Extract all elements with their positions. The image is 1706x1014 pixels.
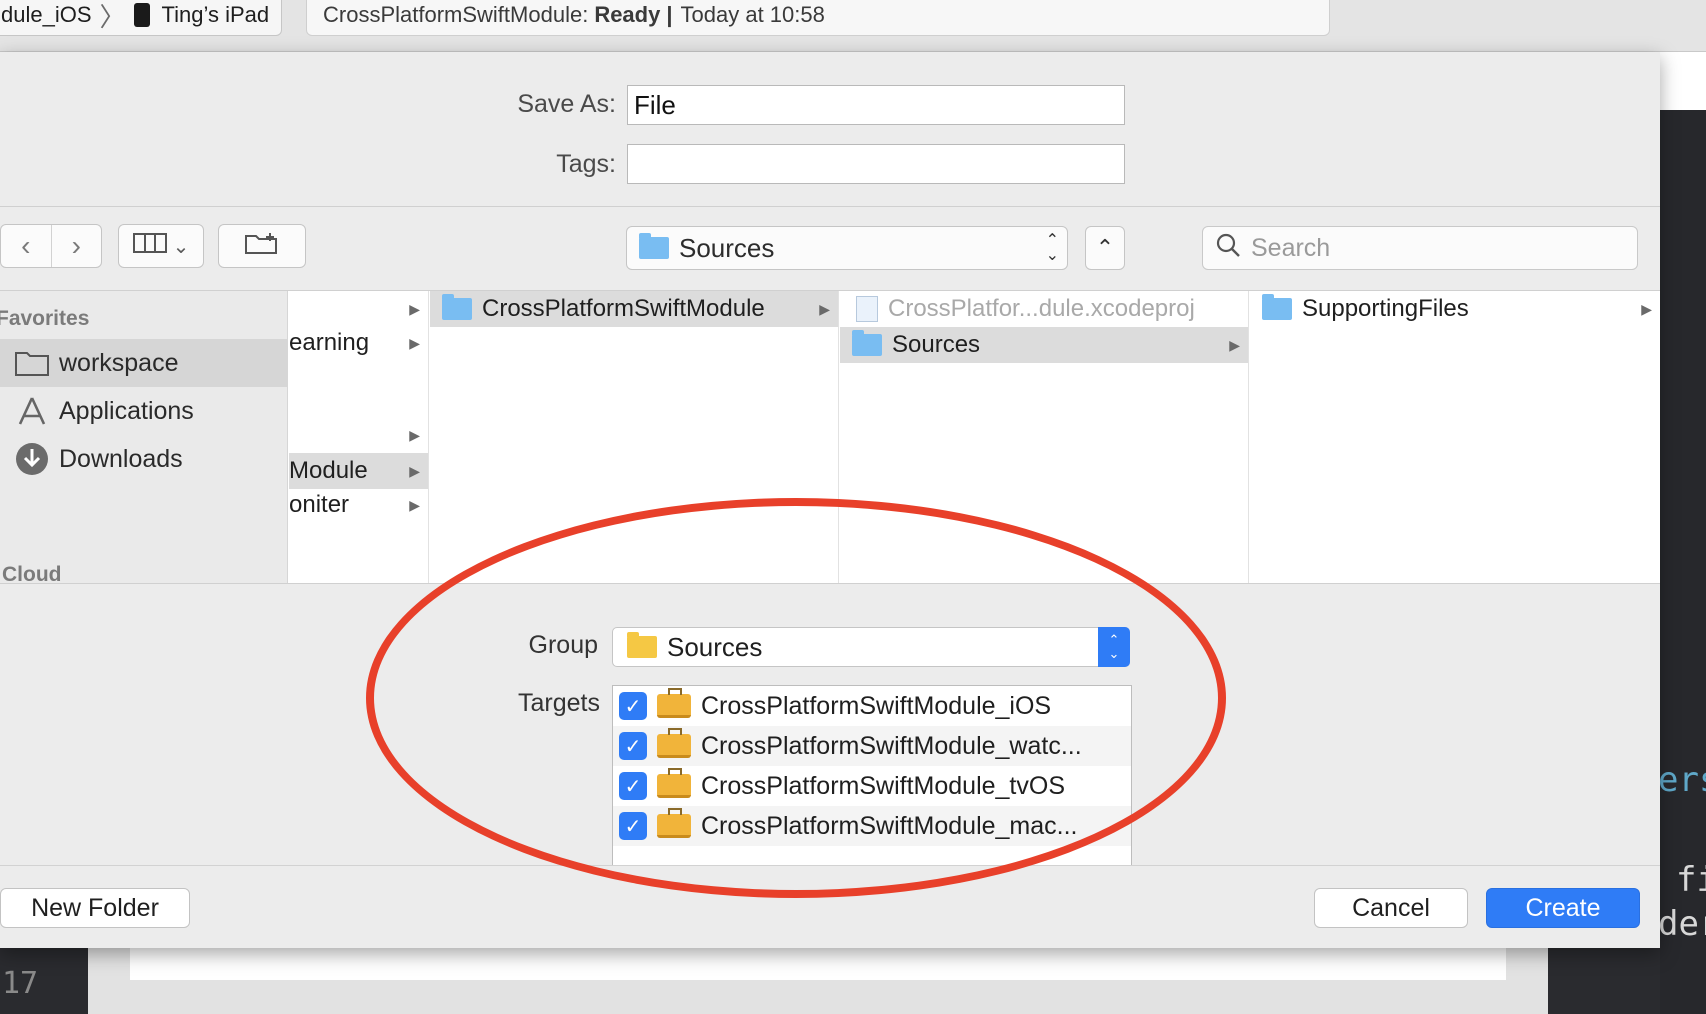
button-label: Create xyxy=(1525,893,1601,922)
sidebar-item-workspace[interactable]: workspace xyxy=(0,339,287,387)
new-folder-button[interactable]: New Folder xyxy=(0,888,190,928)
disclosure-arrow-icon: ▶ xyxy=(409,426,420,443)
disclosure-arrow-icon: ▶ xyxy=(1641,300,1652,317)
search-placeholder: Search xyxy=(1251,233,1331,262)
divider xyxy=(0,206,1660,207)
browser-column-1: ▶ earning ▶ ▶ Module ▶ oniter ▶ xyxy=(289,291,429,583)
chevron-left-icon: ‹ xyxy=(21,230,31,261)
button-label: New Folder xyxy=(31,893,159,922)
save-as-field[interactable]: File xyxy=(627,85,1125,125)
list-item[interactable]: ▶ xyxy=(289,291,428,327)
create-button[interactable]: Create xyxy=(1486,888,1640,928)
code-fragment: ers xyxy=(1658,760,1706,800)
xcodeproj-icon xyxy=(856,296,878,322)
list-item[interactable]: SupportingFiles ▶ xyxy=(1250,291,1660,327)
new-folder-icon xyxy=(244,231,280,261)
sidebar-heading-cloud: Cloud xyxy=(2,563,62,584)
list-item[interactable]: ▶ xyxy=(289,417,428,453)
list-item-label: Module xyxy=(289,457,368,484)
disclosure-arrow-icon: ▶ xyxy=(1229,336,1240,353)
list-item[interactable]: Module ▶ xyxy=(289,453,428,489)
folder-icon xyxy=(639,233,669,259)
activity-time: Today at 10:58 xyxy=(680,2,825,27)
chevron-up-icon: ⌃ xyxy=(1095,235,1115,260)
new-folder-toolbar-button[interactable] xyxy=(218,224,306,268)
list-item-label: SupportingFiles xyxy=(1302,295,1469,322)
xcode-toolbar: dule_iOS 〉 Ting’s iPad CrossPlatformSwif… xyxy=(0,0,1706,52)
tags-field[interactable] xyxy=(627,144,1125,184)
activity-project: CrossPlatformSwiftModule: xyxy=(323,2,589,27)
list-item[interactable]: CrossPlatformSwiftModule ▶ xyxy=(430,291,838,327)
list-item[interactable]: Sources ▶ xyxy=(840,327,1248,363)
search-icon xyxy=(1215,232,1241,265)
button-label: Cancel xyxy=(1352,893,1430,922)
disclosure-arrow-icon: ▶ xyxy=(409,300,420,317)
forward-button[interactable]: › xyxy=(50,225,102,267)
scheme-name: dule_iOS xyxy=(1,2,92,27)
code-fragment: der xyxy=(1658,904,1706,944)
code-editor-edge: ers fi der xyxy=(1658,52,1706,1014)
line-number: 17 xyxy=(2,966,39,1001)
list-item-label: CrossPlatfor...dule.xcodeproj xyxy=(888,295,1195,322)
search-field[interactable]: Search xyxy=(1202,226,1638,270)
applications-icon xyxy=(14,396,50,426)
chevron-down-icon: ⌄ xyxy=(172,235,190,258)
sidebar-item-applications[interactable]: Applications xyxy=(0,387,287,435)
location-label: Sources xyxy=(679,232,775,263)
list-item[interactable]: earning ▶ xyxy=(289,325,428,361)
save-as-label: Save As: xyxy=(517,90,616,118)
code-fragment: fi xyxy=(1676,860,1706,900)
downloads-icon xyxy=(14,442,50,476)
device-name: Ting’s iPad xyxy=(161,2,270,27)
location-popup[interactable]: Sources ⌃ ⌄ xyxy=(626,226,1068,270)
editor-bottom xyxy=(0,948,1660,1014)
columns-view-icon xyxy=(132,233,167,259)
back-button[interactable]: ‹ xyxy=(1,225,51,267)
disclosure-arrow-icon: ▶ xyxy=(409,496,420,513)
sidebar-item-label: workspace xyxy=(59,348,179,377)
folder-icon xyxy=(14,350,50,376)
sidebar-item-downloads[interactable]: Downloads xyxy=(0,435,287,483)
disclosure-arrow-icon: ▶ xyxy=(819,300,830,317)
list-item-label: earning xyxy=(289,329,370,356)
browser-column-4: SupportingFiles ▶ xyxy=(1250,291,1660,583)
sidebar-item-label: Applications xyxy=(59,396,194,425)
list-item-label: oniter xyxy=(289,491,350,518)
folder-icon xyxy=(852,330,882,356)
sidebar-heading: Favorites xyxy=(0,307,90,330)
ipad-icon xyxy=(133,3,150,27)
disclosure-arrow-icon: ▶ xyxy=(409,334,420,351)
list-item[interactable]: oniter ▶ xyxy=(289,487,428,523)
chevron-right-icon: 〉 xyxy=(99,1,126,32)
tags-label: Tags: xyxy=(556,150,616,178)
activity-separator: | xyxy=(666,2,673,27)
updown-arrows-icon: ⌃ ⌄ xyxy=(1045,232,1059,264)
back-forward-group: ‹ › xyxy=(0,224,102,268)
cancel-button[interactable]: Cancel xyxy=(1314,888,1468,928)
view-mode-button[interactable]: ⌄ xyxy=(118,224,204,268)
sidebar: Favorites workspace Applications Downloa… xyxy=(0,291,288,584)
folder-icon xyxy=(1262,294,1292,320)
annotation-ellipse xyxy=(366,498,1226,898)
chevron-right-icon: › xyxy=(71,230,81,261)
folder-icon xyxy=(442,294,472,320)
list-item-label: Sources xyxy=(892,331,981,358)
activity-viewer: CrossPlatformSwiftModule: Ready | Today … xyxy=(306,0,1330,36)
scheme-selector[interactable]: dule_iOS 〉 Ting’s iPad xyxy=(0,0,282,36)
sidebar-item-label: Downloads xyxy=(59,444,183,473)
disclosure-arrow-icon: ▶ xyxy=(409,462,420,479)
collapse-button[interactable]: ⌃ xyxy=(1085,226,1125,270)
list-item-label: CrossPlatformSwiftModule xyxy=(482,295,765,322)
activity-status: Ready xyxy=(594,2,661,27)
save-as-value: File xyxy=(634,89,676,120)
list-item[interactable]: CrossPlatfor...dule.xcodeproj xyxy=(840,291,1248,327)
